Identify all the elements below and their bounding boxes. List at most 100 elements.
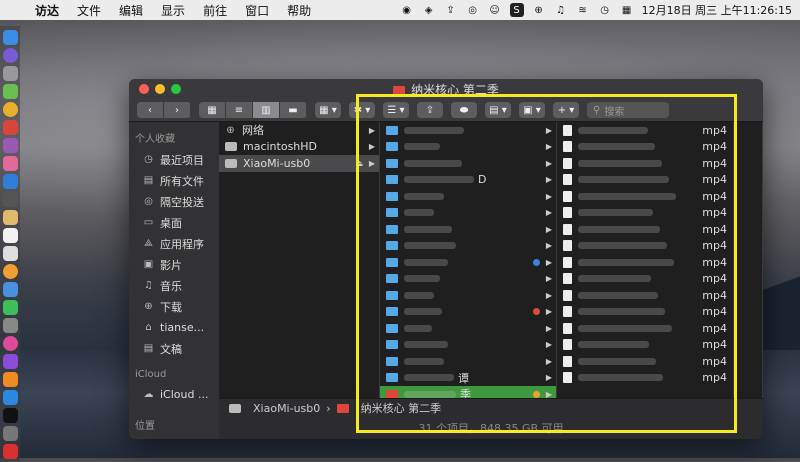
- group-button[interactable]: ▦ ▾: [315, 102, 341, 118]
- icon-view-button[interactable]: ▦: [199, 102, 226, 118]
- folder-row[interactable]: ▶: [380, 155, 556, 172]
- finder-dock-icon[interactable]: [2, 30, 18, 45]
- eject-icon[interactable]: ⏏: [355, 159, 363, 168]
- menu-app-name[interactable]: 访达: [26, 2, 68, 19]
- file-row[interactable]: mp4: [557, 221, 733, 238]
- location-row-xiaomi-usb[interactable]: XiaoMi-usb0 ⏏ ▶: [219, 155, 379, 172]
- file-row[interactable]: mp4: [557, 205, 733, 222]
- folder-row[interactable]: ▶: [380, 287, 556, 304]
- file-row[interactable]: mp4: [557, 238, 733, 255]
- file-row[interactable]: mp4: [557, 155, 733, 172]
- sort-button[interactable]: ☰ ▾: [383, 102, 409, 118]
- menu-window[interactable]: 窗口: [236, 2, 278, 19]
- sidebar-item-recents[interactable]: ◷ 最近项目: [129, 149, 219, 170]
- calendar-dock-icon[interactable]: [2, 228, 18, 243]
- notes-dock-icon[interactable]: [2, 210, 18, 225]
- path-drive[interactable]: XiaoMi-usb0: [253, 402, 320, 415]
- menu-file[interactable]: 文件: [68, 2, 110, 19]
- app-gray-dock-icon[interactable]: [2, 318, 18, 333]
- messages-dock-icon[interactable]: [2, 300, 18, 315]
- tag-button[interactable]: ⬬: [451, 102, 477, 118]
- file-row[interactable]: mp4: [557, 320, 733, 337]
- sidebar-item-desktop[interactable]: ▭ 桌面: [129, 212, 219, 233]
- location-row-macintoshhd[interactable]: macintoshHD ▶: [219, 139, 379, 156]
- sidebar-item-downloads[interactable]: ⊕ 下载: [129, 296, 219, 317]
- location-row-network[interactable]: ⊕ 网络 ▶: [219, 122, 379, 139]
- back-button[interactable]: ‹: [137, 102, 164, 118]
- search-input[interactable]: ⚲ 搜索: [587, 102, 669, 118]
- books-dock-icon[interactable]: [2, 372, 18, 387]
- folder-row[interactable]: ▶: [380, 320, 556, 337]
- folder-row[interactable]: ▶: [380, 304, 556, 321]
- action-gear-button[interactable]: ✱ ▾: [349, 102, 375, 118]
- steam-icon[interactable]: ◎: [466, 3, 480, 17]
- file-row[interactable]: mp4: [557, 139, 733, 156]
- file-row[interactable]: mp4: [557, 122, 733, 139]
- app-red-dock-icon[interactable]: [2, 120, 18, 135]
- sidebar-item-movies[interactable]: ▣ 影片: [129, 254, 219, 275]
- photos-dock-icon[interactable]: [2, 264, 18, 279]
- app-pink-dock-icon[interactable]: [2, 156, 18, 171]
- safari-dock-icon[interactable]: [2, 174, 18, 189]
- file-row[interactable]: mp4: [557, 370, 733, 387]
- file-row[interactable]: mp4: [557, 271, 733, 288]
- sidebar-item-applications[interactable]: ⟁ 应用程序: [129, 233, 219, 254]
- s-app-icon[interactable]: S: [509, 3, 524, 17]
- settings-dock-icon[interactable]: [2, 426, 18, 441]
- vivaldi-dock-icon[interactable]: [2, 444, 18, 459]
- folder-row[interactable]: ▶: [380, 271, 556, 288]
- podcast-dock-icon[interactable]: [2, 354, 18, 369]
- share-button[interactable]: ⇪: [417, 102, 443, 118]
- folder-row[interactable]: ▶: [380, 122, 556, 139]
- sidebar-item-documents[interactable]: ▤ 文稿: [129, 338, 219, 359]
- file-row[interactable]: mp4: [557, 353, 733, 370]
- file-row[interactable]: mp4: [557, 337, 733, 354]
- menu-go[interactable]: 前往: [194, 2, 236, 19]
- gallery-view-button[interactable]: ▬: [280, 102, 307, 118]
- folder-row[interactable]: ▶: [380, 353, 556, 370]
- folder-row[interactable]: ▶: [380, 205, 556, 222]
- menu-edit[interactable]: 编辑: [110, 2, 152, 19]
- menu-clock[interactable]: 12月18日 周三 上午11:26:15: [642, 2, 792, 18]
- navigation-icon[interactable]: ◉: [400, 3, 414, 17]
- android-dock-icon[interactable]: [2, 84, 18, 99]
- path-folder[interactable]: 纳米核心 第二季: [361, 400, 442, 416]
- music-status-icon[interactable]: ♫: [554, 3, 568, 17]
- folder-row[interactable]: ▶: [380, 337, 556, 354]
- sidebar-item-airdrop[interactable]: ◎ 隔空投送: [129, 191, 219, 212]
- file-row[interactable]: mp4: [557, 304, 733, 321]
- sidebar-item-all-files[interactable]: ▤ 所有文件: [129, 170, 219, 191]
- quicklook-button[interactable]: ▣ ▾: [519, 102, 545, 118]
- timemachine-icon[interactable]: ◷: [598, 3, 612, 17]
- app-dark-dock-icon[interactable]: [2, 192, 18, 207]
- app-purple-dock-icon[interactable]: [2, 138, 18, 153]
- sidebar-item-music[interactable]: ♫ 音乐: [129, 275, 219, 296]
- appletv-dock-icon[interactable]: [2, 408, 18, 423]
- folder-row[interactable]: ▶: [380, 221, 556, 238]
- qq-icon[interactable]: ☺: [488, 3, 502, 17]
- launchpad-dock-icon[interactable]: [2, 66, 18, 81]
- appstore-dock-icon[interactable]: [2, 390, 18, 405]
- chrome-dock-icon[interactable]: [2, 102, 18, 117]
- folder-row[interactable]: 谭 ▶: [380, 370, 556, 387]
- folder-row[interactable]: ▶: [380, 238, 556, 255]
- folder-row[interactable]: ▶: [380, 254, 556, 271]
- column-view-button[interactable]: ▥: [253, 102, 280, 118]
- file-row[interactable]: mp4: [557, 254, 733, 271]
- app-blue-dock-icon[interactable]: [2, 282, 18, 297]
- siri-dock-icon[interactable]: [2, 48, 18, 63]
- upload-icon[interactable]: ⇪: [444, 3, 458, 17]
- sidebar-item-home[interactable]: ⌂ tianse...: [129, 317, 219, 338]
- folder-row[interactable]: ▶: [380, 139, 556, 156]
- wifi-icon[interactable]: ≋: [576, 3, 590, 17]
- menu-view[interactable]: 显示: [152, 2, 194, 19]
- new-item-button[interactable]: + ▾: [553, 102, 579, 118]
- file-row[interactable]: mp4: [557, 287, 733, 304]
- folder-row[interactable]: D ▶: [380, 172, 556, 189]
- calendar-icon[interactable]: ▦: [620, 3, 634, 17]
- menu-help[interactable]: 帮助: [278, 2, 320, 19]
- forward-button[interactable]: ›: [164, 102, 191, 118]
- list-view-button[interactable]: ≡: [226, 102, 253, 118]
- globe-status-icon[interactable]: ⊕: [532, 3, 546, 17]
- app-white-dock-icon[interactable]: [2, 246, 18, 261]
